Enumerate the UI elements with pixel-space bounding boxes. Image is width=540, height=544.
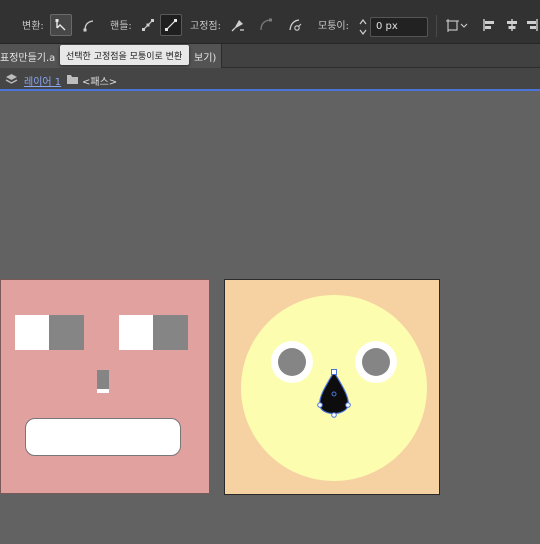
right-face-art	[241, 295, 427, 481]
convert-smooth-icon	[55, 19, 66, 31]
left-eye-white[interactable]	[15, 315, 49, 350]
handle-show-icon	[142, 19, 154, 31]
tooltip: 선택한 고정점을 모퉁이로 변환	[60, 45, 190, 65]
anchor-point-left[interactable]	[317, 402, 323, 408]
folder-icon	[67, 75, 78, 84]
anchor-connect-icon	[260, 18, 272, 31]
stepper-icon	[359, 19, 367, 35]
convert-smooth-button[interactable]	[50, 14, 72, 36]
align-right-icon	[527, 19, 538, 31]
cut-anchor-button[interactable]	[284, 14, 306, 36]
layers-icon	[5, 74, 18, 84]
document-tab-title: 표정만들기.a	[0, 53, 56, 64]
convert-corner-icon	[83, 20, 94, 32]
right-eye-gray[interactable]	[153, 315, 188, 350]
align-center-button[interactable]	[501, 14, 523, 36]
control-bar: 변환: 핸들: 고정점: 모퉁이: 0 px	[0, 0, 540, 44]
handle-hide-icon	[165, 19, 177, 31]
artboard-left[interactable]	[0, 279, 210, 494]
convert-corner-button[interactable]	[78, 14, 100, 36]
anchor-point-top[interactable]	[331, 369, 337, 375]
pen-remove-anchor-icon	[231, 20, 244, 32]
anchor-cut-icon	[289, 19, 302, 31]
left-eye-gray[interactable]	[49, 315, 84, 350]
right-eye-white[interactable]	[119, 315, 153, 350]
artboard-right[interactable]	[224, 279, 440, 495]
nose-white[interactable]	[97, 389, 109, 393]
remove-anchor-button[interactable]	[227, 14, 249, 36]
corner-stepper[interactable]	[358, 16, 368, 38]
mouth[interactable]	[25, 418, 181, 456]
corner-radius-input[interactable]: 0 px	[370, 17, 428, 37]
connect-anchor-button[interactable]	[255, 14, 277, 36]
canvas[interactable]	[0, 93, 540, 544]
transform-icon	[446, 19, 468, 32]
breadcrumb-path[interactable]: <패스>	[82, 73, 117, 88]
align-left-icon	[483, 19, 494, 31]
align-right-button[interactable]	[524, 14, 540, 36]
nose-gray[interactable]	[97, 370, 109, 389]
left-eye[interactable]	[278, 348, 306, 376]
breadcrumb-layer-link[interactable]: 레이어 1	[24, 73, 61, 88]
divider	[436, 15, 437, 37]
anchor-label: 고정점:	[190, 21, 221, 32]
handle-label: 핸들:	[110, 21, 132, 32]
illustrator-window: 변환: 핸들: 고정점: 모퉁이: 0 px 표정만들기.a 보기) 선택한 고…	[0, 0, 540, 544]
show-handles-button[interactable]	[137, 14, 159, 36]
align-center-icon	[507, 19, 517, 31]
isolation-breadcrumb: 레이어 1 <패스>	[0, 68, 540, 91]
align-left-button[interactable]	[478, 14, 500, 36]
transform-button[interactable]	[444, 14, 470, 36]
document-tab-view: 보기)	[194, 53, 217, 64]
convert-label: 변환:	[22, 21, 44, 32]
right-eye[interactable]	[362, 348, 390, 376]
corner-label: 모퉁이:	[318, 21, 349, 32]
anchor-point-right[interactable]	[345, 402, 351, 408]
hide-handles-button[interactable]	[160, 14, 182, 36]
anchor-point-bottom[interactable]	[331, 412, 337, 418]
